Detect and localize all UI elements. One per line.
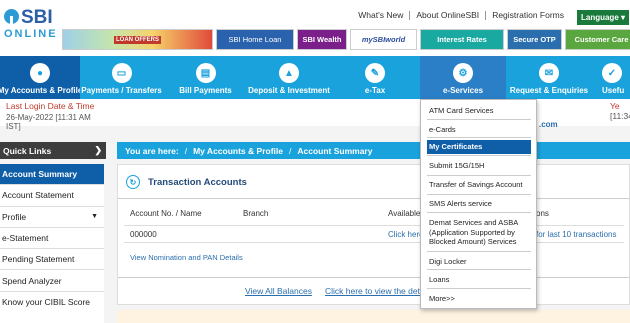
menu-item-transfer-savings[interactable]: Transfer of Savings Account — [427, 178, 531, 192]
menu-item-submit-15g[interactable]: Submit 15G/15H — [427, 159, 531, 173]
wallet-icon: ▭ — [111, 63, 132, 83]
sbi-logo[interactable]: SBI ONLINE — [4, 7, 60, 47]
quick-link-pending-statement[interactable]: Pending Statement — [0, 249, 104, 271]
view-details-link[interactable]: Click here to view the deta — [325, 286, 425, 296]
top-header: SBI ONLINE What's New About OnlineSBI Re… — [0, 0, 630, 56]
nav-my-accounts[interactable]: ● My Accounts & Profile — [0, 56, 80, 99]
transaction-accounts-panel: ↻ Transaction Accounts Account No. / Name… — [117, 164, 630, 305]
nav-useful[interactable]: ✓ Usefu — [592, 56, 630, 99]
person-icon: ● — [30, 63, 50, 83]
view-all-balances-link[interactable]: View All Balances — [245, 286, 312, 296]
menu-item-e-cards[interactable]: e-Cards — [427, 123, 531, 137]
last-login-title: Last Login Date & Time — [6, 101, 95, 111]
sbiworld-banner[interactable]: mySBIworld — [350, 29, 417, 50]
refresh-icon: ↻ — [126, 175, 140, 189]
view-nomination-link[interactable]: View Nomination and PAN Details — [130, 253, 243, 262]
quick-link-profile[interactable]: Profile ▼ — [0, 206, 104, 228]
breadcrumb: You are here: / My Accounts & Profile / Ac… — [117, 142, 630, 159]
menu-item-digi-locker[interactable]: Digi Locker — [427, 255, 531, 269]
column-available: Available — [388, 209, 421, 218]
menu-item-loans[interactable]: Loans — [427, 273, 531, 287]
nav-eservices[interactable]: ⚙ e-Services — [420, 56, 506, 99]
click-here-balance-link[interactable]: Click here — [388, 230, 424, 239]
last-transactions-link[interactable]: for last 10 transactions — [536, 230, 616, 239]
caret-down-icon: ▼ — [91, 213, 98, 221]
quick-link-account-summary[interactable]: Account Summary — [0, 164, 104, 186]
user-info-strip: Ye [11:34 .com — [106, 99, 630, 129]
about-link[interactable]: About OnlineSBI — [409, 11, 485, 20]
nav-payments[interactable]: ▭ Payments / Transfers — [80, 56, 163, 99]
logo-wordmark: SBI — [4, 7, 60, 29]
request-icon: ✉ — [539, 63, 559, 83]
column-branch: Branch — [243, 209, 269, 218]
breadcrumb-prefix: You are here: — [125, 145, 179, 156]
investment-icon: ▲ — [279, 63, 299, 83]
services-icon: ⚙ — [453, 63, 473, 83]
chevron-right-icon: ❯ — [94, 145, 102, 155]
language-dropdown[interactable]: Language ▾ — [577, 10, 629, 25]
account-number: 000000 — [130, 230, 157, 239]
customer-care-button[interactable]: Customer Care — [565, 29, 630, 50]
quick-links-header[interactable]: Quick Links ❯ — [0, 142, 106, 159]
quick-links-list: Account Summary Account Statement Profil… — [0, 164, 104, 314]
nav-etax[interactable]: ✎ e-Tax — [330, 56, 420, 99]
menu-item-demat-asba[interactable]: Demat Services and ASBA (Application Sup… — [427, 216, 531, 249]
bottom-panel — [117, 310, 630, 323]
breadcrumb-account-summary: Account Summary — [297, 145, 373, 156]
user-info-title: Ye — [610, 101, 620, 111]
bill-icon: ▤ — [195, 63, 216, 83]
last-login: Last Login Date & Time 26-May-2022 [11:3… — [0, 99, 106, 131]
panel-title: ↻ Transaction Accounts — [126, 175, 247, 189]
menu-item-my-certificates[interactable]: My Certificates — [427, 140, 531, 154]
interest-rates-button[interactable]: Interest Rates — [420, 29, 504, 50]
wealth-banner[interactable]: SBI Wealth — [297, 29, 347, 50]
menu-item-sms-alerts[interactable]: SMS Alerts service — [427, 197, 531, 211]
last-login-value: 26-May-2022 [11:31 AM IST] — [6, 113, 91, 131]
column-account: Account No. / Name — [130, 209, 202, 218]
keyhole-icon — [4, 9, 19, 24]
useful-icon: ✓ — [602, 63, 622, 83]
registration-forms-link[interactable]: Registration Forms — [485, 11, 570, 20]
sidebar-continuation — [0, 310, 104, 323]
user-email: .com — [539, 120, 558, 129]
tax-icon: ✎ — [365, 63, 385, 83]
quick-link-spend-analyzer[interactable]: Spend Analyzer — [0, 270, 104, 292]
eservices-dropdown-menu: ATM Card Services e-Cards My Certificate… — [420, 99, 537, 309]
banner-strip: LOAN OFFERS SBI Home Loan SBI Wealth myS… — [62, 29, 630, 50]
nav-bill-payments[interactable]: ▤ Bill Payments — [163, 56, 248, 99]
whats-new-link[interactable]: What's New — [352, 11, 409, 20]
quick-link-account-statement[interactable]: Account Statement — [0, 185, 104, 207]
promo-banner[interactable]: LOAN OFFERS — [62, 29, 213, 50]
main-nav: ● My Accounts & Profile ▭ Payments / Trans… — [0, 56, 630, 99]
menu-item-atm-card[interactable]: ATM Card Services — [427, 104, 531, 118]
nav-requests[interactable]: ✉ Request & Enquiries — [506, 56, 592, 99]
column-transactions: ons — [536, 209, 549, 218]
quick-link-e-statement[interactable]: e-Statement — [0, 227, 104, 250]
logo-subtitle: ONLINE — [4, 28, 58, 40]
menu-item-more[interactable]: More>> — [427, 292, 531, 306]
breadcrumb-my-accounts[interactable]: My Accounts & Profile — [193, 146, 283, 156]
home-loan-banner[interactable]: SBI Home Loan — [216, 29, 294, 50]
secure-otp-button[interactable]: Secure OTP — [507, 29, 562, 50]
top-links: What's New About OnlineSBI Registration … — [352, 11, 570, 20]
nav-deposit[interactable]: ▲ Deposit & Investment — [248, 56, 330, 99]
user-info-time: [11:34 — [610, 111, 630, 121]
